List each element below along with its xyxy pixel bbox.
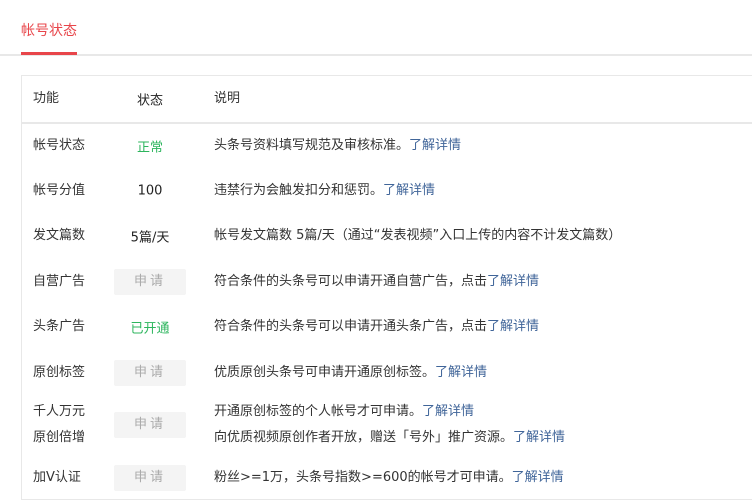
description-text: 头条号资料填写规范及审核标准。 bbox=[214, 138, 410, 153]
status-value: 100 bbox=[137, 183, 163, 198]
status-value: 正常 bbox=[136, 140, 163, 156]
header-feature: 功能 bbox=[33, 91, 60, 106]
feature-name: 自营广告 bbox=[33, 273, 86, 289]
status-table: 功能 状态 说明 帐号状态 正常 头条号资料填写规范及审核标准。了解详情 帐号分值 10… bbox=[21, 75, 752, 500]
description: 违禁行为会触发扣分和惩罚。了解详情 bbox=[214, 178, 435, 204]
table-row: 头条广告 已开通 符合条件的头条号可以申请开通头条广告，点击了解详情 bbox=[22, 304, 752, 350]
feature-name: 帐号分值 bbox=[33, 182, 86, 198]
description: 头条号资料填写规范及审核标准。了解详情 bbox=[214, 133, 461, 159]
table-row: 原创标签 申请 优质原创头条号可申请开通原创标签。了解详情 bbox=[22, 350, 752, 395]
status-value: 已开通 bbox=[130, 321, 170, 337]
apply-button[interactable]: 申请 bbox=[114, 464, 186, 491]
apply-button[interactable]: 申请 bbox=[114, 412, 186, 438]
description: 开通原创标签的个人帐号才可申请。了解详情 向优质视频原创作者开放，赠送「号外」推广… bbox=[214, 399, 565, 451]
table-row: 帐号状态 正常 头条号资料填写规范及审核标准。了解详情 bbox=[22, 124, 752, 168]
table-row: 加V认证 申请 粉丝>=1万，头条号指数>=600的帐号才可申请。了解详情 bbox=[22, 455, 752, 500]
table-row: 发文篇数 5篇/天 帐号发文篇数 5篇/天（通过“发表视频”入口上传的内容不计发文篇… bbox=[22, 213, 752, 259]
learn-more-link[interactable]: 了解详情 bbox=[512, 470, 564, 485]
learn-more-link[interactable]: 了解详情 bbox=[409, 138, 461, 153]
tab-bar: 帐号状态 bbox=[0, 0, 752, 56]
learn-more-link[interactable]: 了解详情 bbox=[435, 365, 487, 380]
learn-more-link[interactable]: 了解详情 bbox=[383, 183, 435, 198]
description-text: 帐号发文篇数 5篇/天（通过“发表视频”入口上传的内容不计发文篇数） bbox=[214, 228, 622, 243]
description: 符合条件的头条号可以申请开通自营广告，点击了解详情 bbox=[214, 269, 539, 295]
feature-name: 千人万元 原创倍增 bbox=[33, 404, 86, 445]
description-text: 违禁行为会触发扣分和惩罚。 bbox=[214, 182, 384, 198]
table-row: 自营广告 申请 符合条件的头条号可以申请开通自营广告，点击了解详情 bbox=[22, 259, 752, 304]
header-description: 说明 bbox=[214, 91, 241, 106]
status-value: 5篇/天 bbox=[130, 230, 170, 246]
apply-button[interactable]: 申请 bbox=[114, 359, 186, 386]
description-text: 粉丝>=1万，头条号指数>=600的帐号才可申请。 bbox=[214, 469, 512, 485]
tab-account-status[interactable]: 帐号状态 bbox=[21, 22, 77, 55]
description: 帐号发文篇数 5篇/天（通过“发表视频”入口上传的内容不计发文篇数） bbox=[214, 223, 621, 249]
feature-name: 头条广告 bbox=[33, 319, 86, 334]
table-row: 千人万元 原创倍增 申请 开通原创标签的个人帐号才可申请。了解详情 向优质视频原创作者开… bbox=[22, 395, 752, 455]
description-text: 开通原创标签的个人帐号才可申请。 bbox=[214, 404, 423, 419]
feature-name: 帐号状态 bbox=[33, 138, 86, 153]
learn-more-link[interactable]: 了解详情 bbox=[422, 404, 474, 419]
description: 符合条件的头条号可以申请开通头条广告，点击了解详情 bbox=[214, 314, 539, 340]
feature-name: 发文篇数 bbox=[33, 228, 86, 243]
header-status: 状态 bbox=[136, 93, 163, 109]
description-text: 符合条件的头条号可以申请开通自营广告，点击 bbox=[214, 273, 488, 289]
learn-more-link[interactable]: 了解详情 bbox=[487, 319, 539, 334]
description-text: 优质原创头条号可申请开通原创标签。 bbox=[214, 364, 436, 380]
description-text: 向优质视频原创作者开放，赠送「号外」推广资源。 bbox=[214, 430, 514, 445]
description: 优质原创头条号可申请开通原创标签。了解详情 bbox=[214, 360, 487, 386]
apply-button[interactable]: 申请 bbox=[114, 268, 186, 295]
learn-more-link[interactable]: 了解详情 bbox=[487, 274, 539, 289]
table-row: 帐号分值 100 违禁行为会触发扣分和惩罚。了解详情 bbox=[22, 168, 752, 213]
feature-name: 原创标签 bbox=[33, 364, 86, 380]
table-header: 功能 状态 说明 bbox=[22, 76, 752, 124]
feature-name: 加V认证 bbox=[33, 469, 81, 485]
description-text: 符合条件的头条号可以申请开通头条广告，点击 bbox=[214, 319, 488, 334]
description: 粉丝>=1万，头条号指数>=600的帐号才可申请。了解详情 bbox=[214, 465, 564, 491]
learn-more-link[interactable]: 了解详情 bbox=[513, 430, 565, 445]
